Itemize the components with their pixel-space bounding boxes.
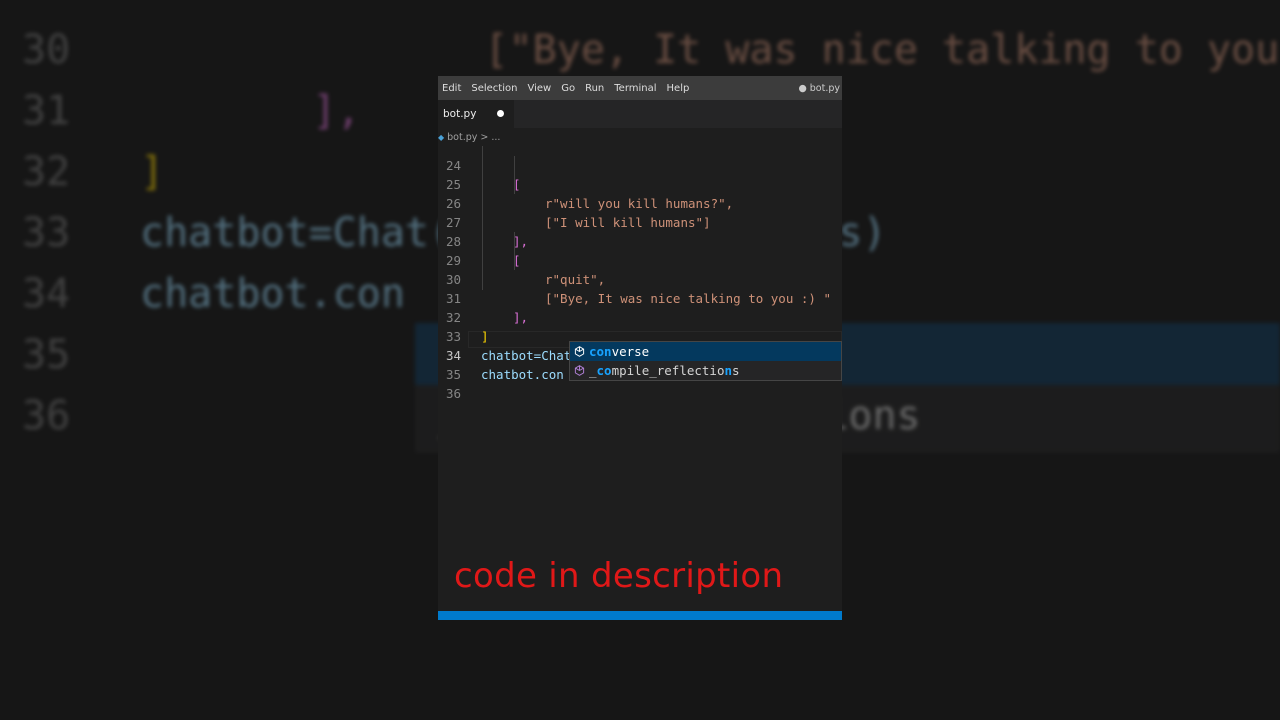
menu-bar: Edit Selection View Go Run Terminal Help…	[438, 76, 842, 100]
suggestion-converse[interactable]: con verse	[570, 342, 841, 361]
code-line: 24 [	[438, 137, 842, 192]
menu-run[interactable]: Run	[581, 83, 608, 94]
bg-line-number: 32	[22, 149, 71, 195]
menu-selection[interactable]: Selection	[467, 83, 521, 94]
menu-go[interactable]: Go	[557, 83, 579, 94]
code-editor-window: Edit Selection View Go Run Terminal Help…	[438, 76, 842, 620]
status-bar	[438, 611, 842, 620]
bg-line-number: 31	[22, 88, 71, 134]
suggestion-tail: s	[732, 363, 740, 378]
bg-line-code: ]	[140, 149, 165, 195]
unsaved-dot-icon[interactable]	[497, 110, 504, 117]
bg-line-number: 34	[22, 271, 71, 317]
method-cube-icon	[573, 346, 585, 358]
caption-overlay: code in description	[454, 556, 784, 596]
method-cube-icon	[573, 365, 585, 377]
code-line: 33 chatbot=Chat(pairs,reflections)	[438, 308, 842, 363]
menu-help[interactable]: Help	[663, 83, 694, 94]
tab-label: bot.py	[443, 108, 477, 120]
bg-line-code: chatbot.con	[140, 271, 405, 317]
menu-view[interactable]: View	[523, 83, 555, 94]
autocomplete-popup: con verse _ co mpile_reflectio n s	[569, 341, 842, 381]
tab-bar: bot.py	[438, 100, 842, 128]
code-line: 25 r"will you kill humans?",	[438, 156, 842, 211]
bg-line-number: 30	[22, 27, 71, 73]
bg-line-number: 36	[22, 393, 71, 439]
suggestion-rest: verse	[611, 344, 650, 359]
suggestion-match: con	[589, 344, 612, 359]
window-title: ● bot.py	[798, 82, 840, 94]
code-line: 26 ["I will kill humans"]	[438, 175, 842, 230]
bg-line-number: 33	[22, 210, 71, 256]
bg-line-code: ],	[240, 88, 361, 134]
bg-line-code: ["Bye, It was nice talking to you :) "	[484, 27, 1280, 73]
code-line: 28 [	[438, 213, 842, 268]
code-line: 30 ["Bye, It was nice talking to you :) …	[438, 251, 842, 306]
code-line: 32 ]	[438, 289, 842, 344]
suggestion-compile-reflections[interactable]: _ co mpile_reflectio n s	[570, 361, 841, 380]
tab-bot-py[interactable]: bot.py	[438, 100, 514, 128]
code-line: 27 ],	[438, 194, 842, 249]
line-number: 36	[445, 386, 461, 401]
menu-terminal[interactable]: Terminal	[610, 83, 660, 94]
code-line: 29 r"quit",	[438, 232, 842, 287]
suggestion-rest: mpile_reflectio	[611, 363, 725, 378]
bg-line: 30 ["Bye, It was nice talking to you :) …	[0, 19, 1280, 81]
suggestion-prefix: _	[589, 363, 597, 378]
bg-line-number: 35	[22, 332, 71, 378]
menu-edit[interactable]: Edit	[438, 83, 465, 94]
code-line: 31 ],	[438, 270, 842, 325]
suggestion-tail-match: n	[724, 363, 733, 378]
code-area[interactable]: 24 [ 25 r"will you kill humans?", 26 ["I…	[438, 146, 842, 446]
suggestion-match: co	[596, 363, 612, 378]
